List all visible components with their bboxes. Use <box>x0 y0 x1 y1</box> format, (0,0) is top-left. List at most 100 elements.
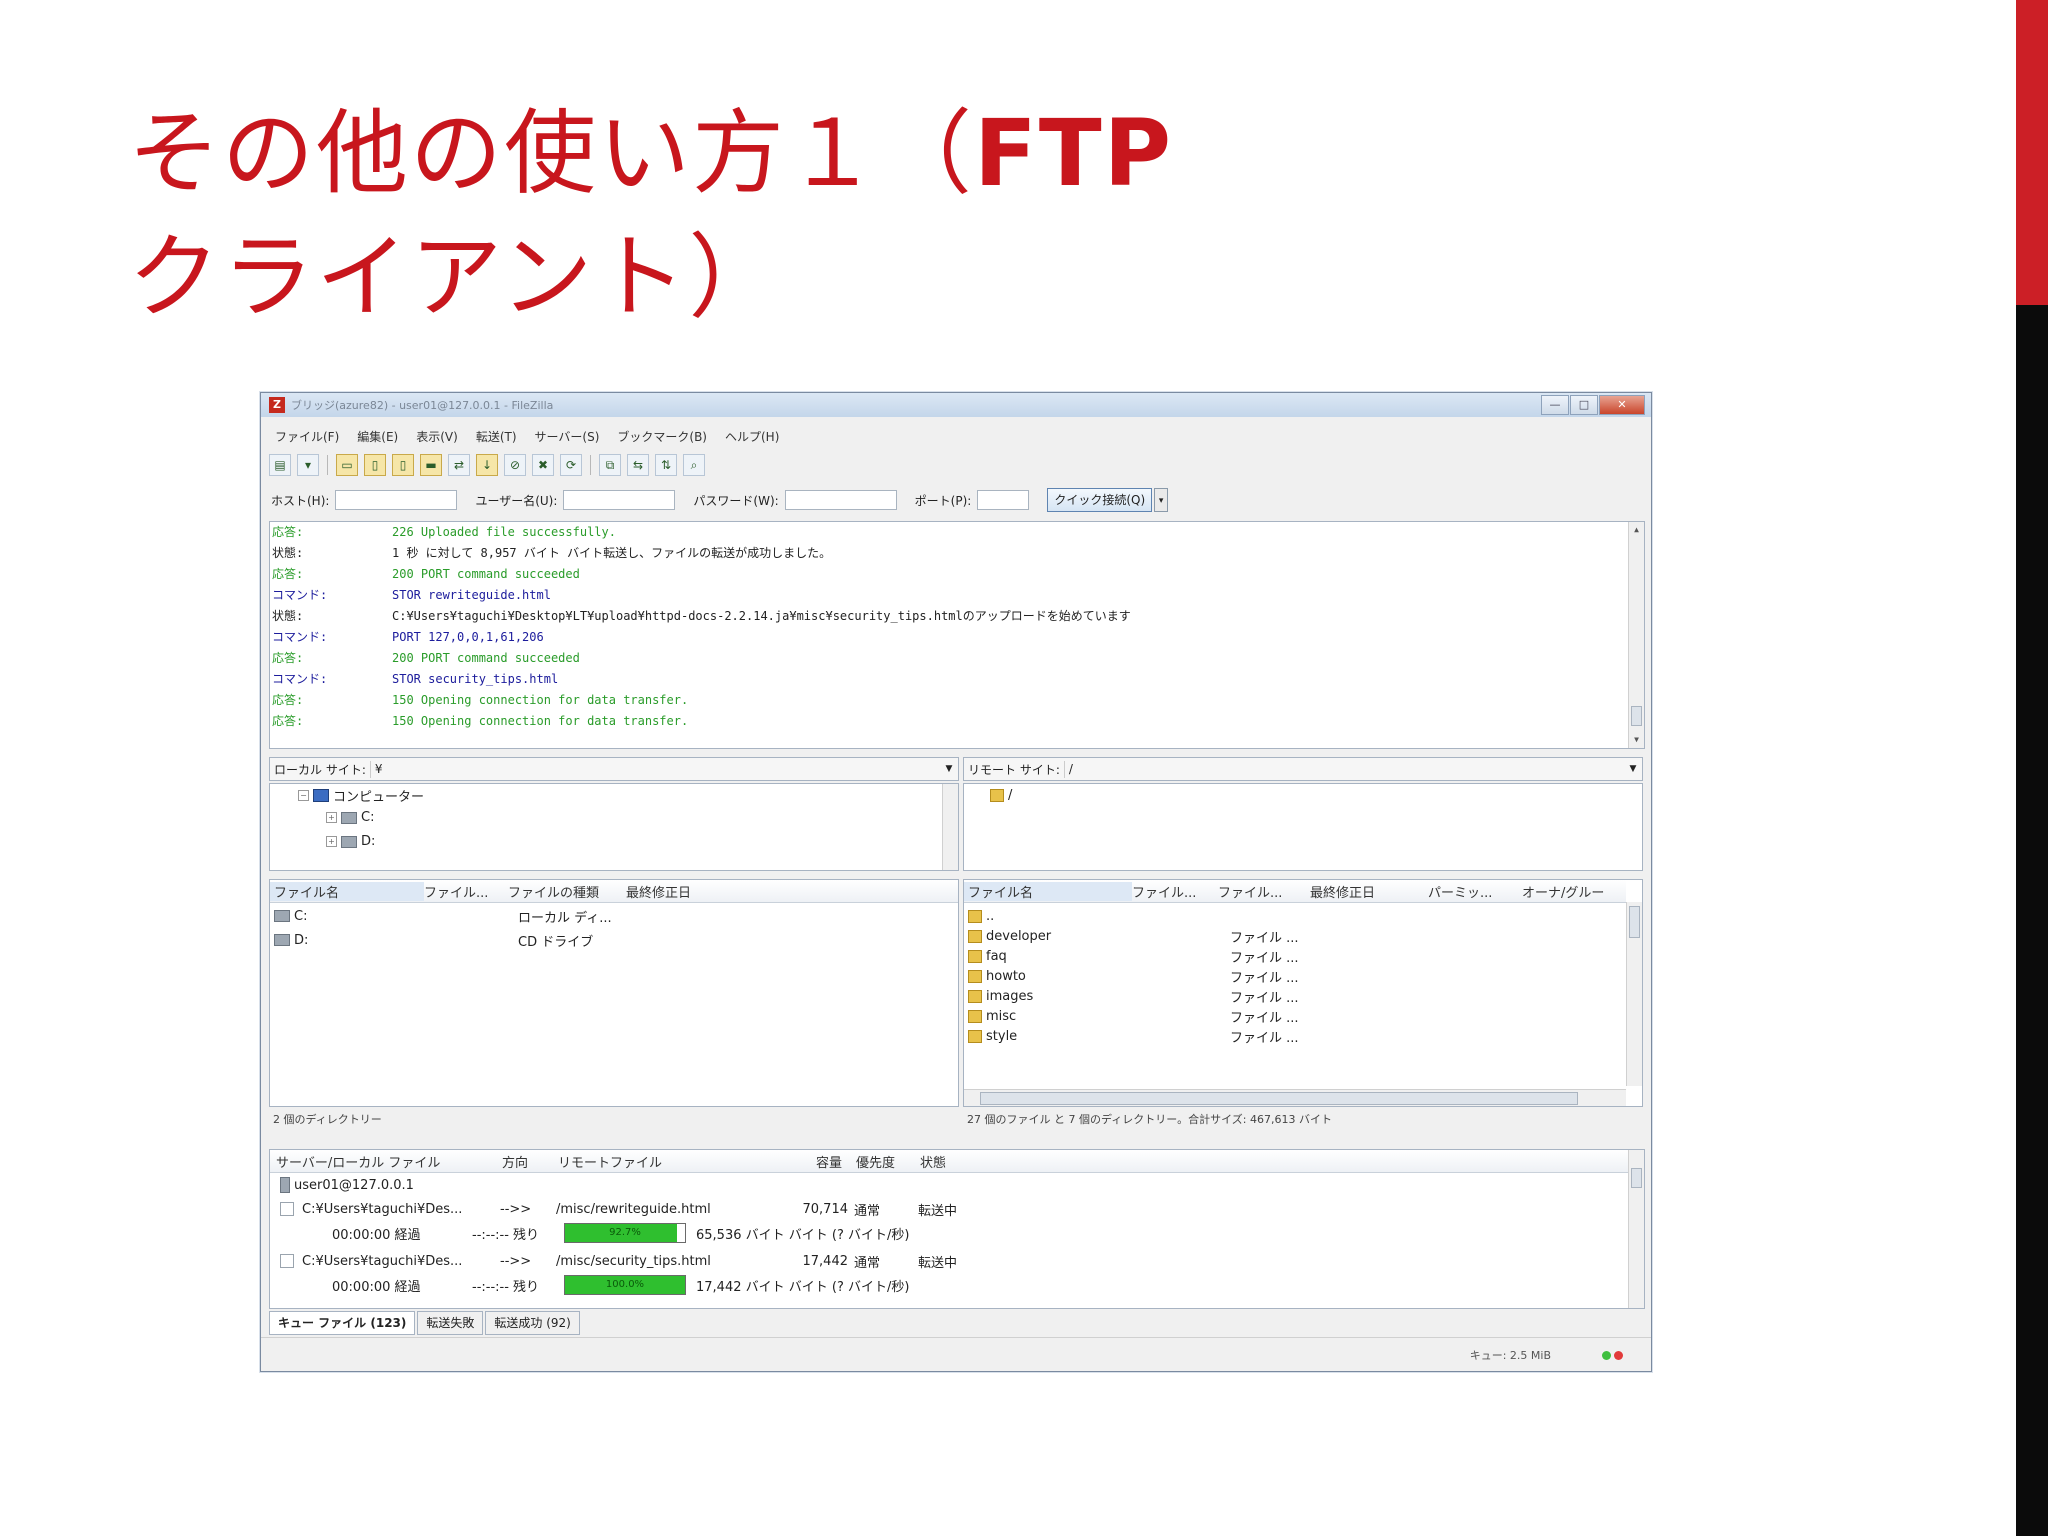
search-icon[interactable]: ⌕ <box>683 454 705 476</box>
col-server-local[interactable]: サーバー/ローカル ファイル <box>270 1152 502 1171</box>
log-row: 状態: 1 秒 に対して 8,957 バイト バイト転送し、ファイルの転送が成功し… <box>270 543 1644 564</box>
toggle-local-tree-icon[interactable]: ▯ <box>364 454 386 476</box>
menu-help[interactable]: ヘルプ(H) <box>725 428 779 445</box>
tab-failed-transfers[interactable]: 転送失敗 <box>417 1311 484 1335</box>
quickconnect-dropdown-icon[interactable]: ▾ <box>1154 488 1169 512</box>
cancel-icon[interactable]: ⊘ <box>504 454 526 476</box>
quickconnect-button[interactable]: クイック接続(Q) <box>1047 488 1153 512</box>
queue-scroll-thumb[interactable] <box>1631 1168 1642 1188</box>
username-input[interactable] <box>563 490 676 510</box>
tree-item-root[interactable]: / <box>990 788 1012 803</box>
log-kind: 応答: <box>272 567 304 581</box>
list-item[interactable]: developer ファイル ... <box>968 926 1299 946</box>
queue-item-checkbox[interactable] <box>280 1202 294 1216</box>
menu-bookmarks[interactable]: ブックマーク(B) <box>617 428 707 445</box>
tree-item-drive-d[interactable]: + D: <box>326 834 375 849</box>
filter-icon[interactable]: ⧉ <box>599 454 621 476</box>
minimize-button[interactable]: — <box>1541 395 1569 415</box>
disconnect-icon[interactable]: ✖ <box>532 454 554 476</box>
list-item[interactable]: .. <box>968 906 1230 926</box>
remote-scroll-thumb[interactable] <box>1629 906 1640 938</box>
col-filename[interactable]: ファイル名 <box>964 881 1132 901</box>
queue-scrollbar[interactable] <box>1628 1150 1644 1308</box>
list-item[interactable]: faq ファイル ... <box>968 946 1299 966</box>
queue-server: user01@127.0.0.1 <box>294 1177 414 1193</box>
col-filename[interactable]: ファイル名 <box>270 881 424 901</box>
scroll-up-icon[interactable]: ▲ <box>1629 522 1644 538</box>
col-priority[interactable]: 優先度 <box>856 1152 920 1171</box>
local-site-path[interactable]: ¥ <box>375 762 940 776</box>
title-text-2: クライアント） <box>128 224 783 331</box>
remote-list-scrollbar[interactable] <box>1626 902 1642 1086</box>
remote-site-dropdown-icon[interactable]: ▼ <box>1624 764 1642 774</box>
process-queue-icon[interactable]: ↓ <box>476 454 498 476</box>
col-owner[interactable]: オーナ/グルー <box>1522 882 1612 901</box>
col-filesize[interactable]: ファイル... <box>1132 882 1218 901</box>
tree-item-drive-c[interactable]: + C: <box>326 810 374 825</box>
maximize-button[interactable]: □ <box>1570 395 1598 415</box>
queue-item[interactable]: C:¥Users¥taguchi¥Des... -->> /misc/securit… <box>280 1250 978 1272</box>
list-item[interactable]: misc ファイル ... <box>968 1006 1299 1026</box>
compare-icon[interactable]: ⇆ <box>627 454 649 476</box>
port-input[interactable] <box>977 490 1030 510</box>
menu-edit[interactable]: 編集(E) <box>357 428 398 445</box>
local-site-dropdown-icon[interactable]: ▼ <box>940 764 958 774</box>
col-filesize[interactable]: ファイル... <box>424 882 508 901</box>
log-kind: コマンド: <box>272 672 328 686</box>
tab-successful-transfers[interactable]: 転送成功 (92) <box>485 1311 580 1335</box>
tree-label-computer: コンピューター <box>333 790 425 805</box>
remote-hscroll-thumb[interactable] <box>980 1092 1578 1105</box>
expand-icon[interactable]: + <box>326 836 337 847</box>
sync-browse-icon[interactable]: ⇅ <box>655 454 677 476</box>
col-direction[interactable]: 方向 <box>502 1152 558 1171</box>
log-row: コマンド: STOR rewriteguide.html <box>270 585 1644 606</box>
refresh-icon[interactable]: ⇄ <box>448 454 470 476</box>
scroll-down-icon[interactable]: ▼ <box>1629 732 1644 748</box>
menu-server[interactable]: サーバー(S) <box>535 428 600 445</box>
file-type: ファイル ... <box>1230 1010 1299 1026</box>
host-input[interactable] <box>335 490 458 510</box>
expand-icon[interactable]: + <box>326 812 337 823</box>
toggle-log-icon[interactable]: ▭ <box>336 454 358 476</box>
toggle-queue-icon[interactable]: ▬ <box>420 454 442 476</box>
log-scrollbar[interactable]: ▲ ▼ <box>1628 522 1644 748</box>
queue-item-checkbox[interactable] <box>280 1254 294 1268</box>
remote-hscrollbar[interactable] <box>964 1089 1626 1106</box>
list-item[interactable]: howto ファイル ... <box>968 966 1299 986</box>
queue-item[interactable]: C:¥Users¥taguchi¥Des... -->> /misc/rewrite… <box>280 1198 978 1220</box>
window-titlebar[interactable]: Z ブリッジ(azure82) - user01@127.0.0.1 - Fil… <box>261 393 1651 417</box>
col-size[interactable]: 容量 <box>816 1152 856 1171</box>
list-item[interactable]: images ファイル ... <box>968 986 1299 1006</box>
reconnect-icon[interactable]: ⟳ <box>560 454 582 476</box>
col-modified[interactable]: 最終修正日 <box>1310 882 1428 901</box>
site-manager-icon[interactable]: ▤ <box>269 454 291 476</box>
col-filetype[interactable]: ファイルの種類 <box>508 882 626 901</box>
log-row: 応答: 200 PORT command succeeded <box>270 648 1644 669</box>
computer-icon <box>313 789 329 802</box>
col-filetype[interactable]: ファイル... <box>1218 882 1310 901</box>
remote-site-path[interactable]: / <box>1069 762 1624 776</box>
col-modified[interactable]: 最終修正日 <box>626 882 746 901</box>
queue-local-file: C:¥Users¥taguchi¥Des... <box>302 1253 463 1269</box>
menu-view[interactable]: 表示(V) <box>416 428 458 445</box>
collapse-icon[interactable]: − <box>298 790 309 801</box>
queue-server-row[interactable]: user01@127.0.0.1 <box>280 1174 414 1196</box>
menu-file[interactable]: ファイル(F) <box>275 428 339 445</box>
log-scroll-thumb[interactable] <box>1631 706 1642 726</box>
title-text-1: その他の使い方１（ <box>128 100 975 207</box>
col-permissions[interactable]: パーミッ... <box>1428 882 1522 901</box>
tree-item-computer[interactable]: − コンピューター <box>298 786 424 805</box>
close-button[interactable]: ✕ <box>1599 395 1645 415</box>
col-remote-file[interactable]: リモートファイル <box>558 1152 816 1171</box>
dropdown-arrow-icon[interactable]: ▾ <box>297 454 319 476</box>
toggle-remote-tree-icon[interactable]: ▯ <box>392 454 414 476</box>
list-item[interactable]: style ファイル ... <box>968 1026 1299 1046</box>
list-item[interactable]: C: ローカル ディ... <box>274 906 612 926</box>
local-tree-scrollbar[interactable] <box>942 784 958 870</box>
menu-transfer[interactable]: 転送(T) <box>476 428 517 445</box>
col-state[interactable]: 状態 <box>920 1152 980 1171</box>
list-item[interactable]: D: CD ドライブ <box>274 930 593 950</box>
progress-bar: 100.0% <box>564 1275 686 1295</box>
password-input[interactable] <box>784 490 897 510</box>
tab-queued-files[interactable]: キュー ファイル (123) <box>269 1311 416 1335</box>
